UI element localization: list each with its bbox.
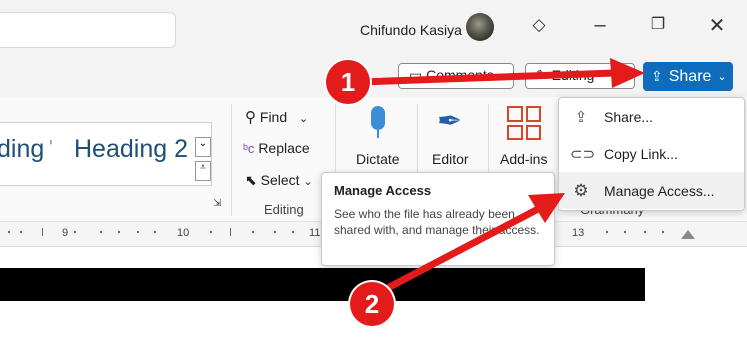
step-2-badge: 2: [350, 282, 394, 326]
arrow-2-shaft: [376, 204, 544, 296]
arrow-1-head: [610, 58, 645, 88]
step-1-badge: 1: [326, 60, 370, 104]
arrow-1-shaft: [356, 69, 619, 86]
